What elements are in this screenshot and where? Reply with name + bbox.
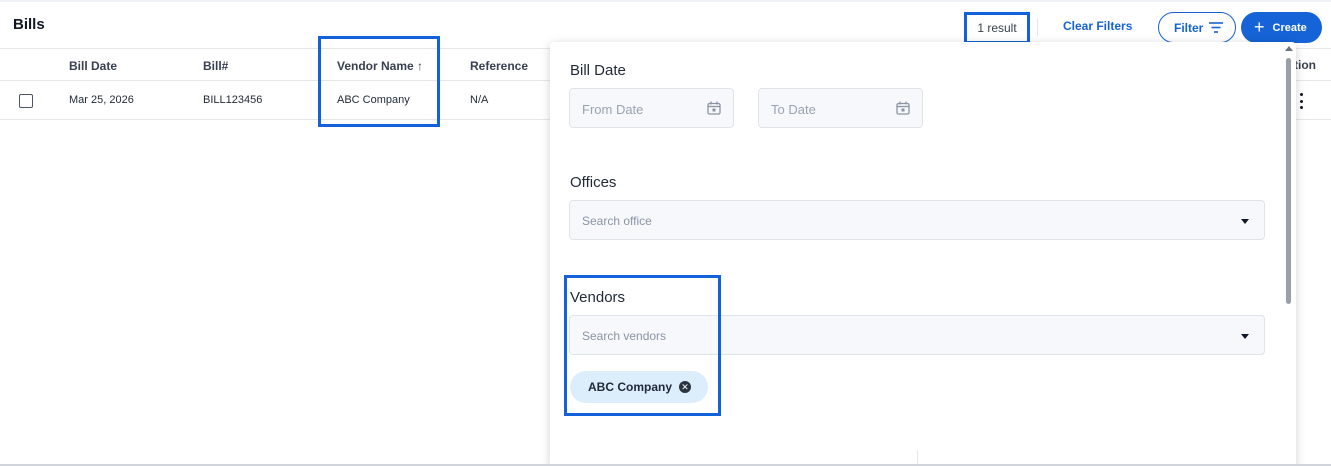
vendor-column-highlight bbox=[318, 36, 440, 127]
row-checkbox[interactable] bbox=[19, 94, 33, 108]
column-header-action: tion bbox=[1294, 58, 1316, 72]
to-date-placeholder: To Date bbox=[771, 102, 816, 117]
plus-icon: + bbox=[1254, 16, 1265, 37]
more-vertical-icon[interactable] bbox=[1297, 93, 1305, 109]
filter-button[interactable]: Filter bbox=[1158, 12, 1236, 43]
from-date-input[interactable]: From Date bbox=[569, 88, 734, 128]
chevron-down-icon[interactable] bbox=[1241, 334, 1249, 339]
create-button[interactable]: + Create bbox=[1241, 12, 1322, 43]
panel-scrollbar[interactable] bbox=[1286, 58, 1291, 304]
bills-page: Bills 1 result Clear Filters Filter + Cr… bbox=[0, 0, 1331, 466]
calendar-icon[interactable] bbox=[896, 101, 910, 115]
filter-lines-icon bbox=[1209, 22, 1224, 33]
bill-date-label: Bill Date bbox=[570, 62, 626, 79]
page-header: Bills 1 result Clear Filters Filter + Cr… bbox=[0, 0, 1331, 48]
column-header-bill-number[interactable]: Bill# bbox=[203, 59, 228, 73]
from-date-placeholder: From Date bbox=[582, 102, 644, 117]
calendar-icon[interactable] bbox=[707, 101, 721, 115]
result-count-badge: 1 result bbox=[964, 12, 1030, 44]
cell-bill-number: BILL123456 bbox=[203, 94, 263, 106]
cell-bill-date: Mar 25, 2026 bbox=[69, 94, 134, 106]
to-date-input[interactable]: To Date bbox=[758, 88, 923, 128]
filter-panel: Bill Date From Date To Date Offices Sear… bbox=[550, 42, 1296, 466]
filter-button-label: Filter bbox=[1174, 20, 1204, 35]
offices-label: Offices bbox=[570, 174, 617, 191]
vendors-highlight bbox=[564, 275, 721, 416]
offices-select[interactable]: Search office bbox=[569, 200, 1265, 240]
chevron-down-icon[interactable] bbox=[1241, 219, 1249, 224]
column-header-bill-date[interactable]: Bill Date bbox=[69, 59, 117, 73]
scroll-up-arrow[interactable] bbox=[1285, 46, 1293, 51]
page-title: Bills bbox=[13, 16, 45, 33]
cell-reference: N/A bbox=[470, 94, 489, 106]
clear-filters-button[interactable]: Clear Filters bbox=[1063, 19, 1132, 33]
header-divider bbox=[1037, 18, 1038, 36]
offices-placeholder: Search office bbox=[582, 214, 652, 228]
column-header-reference[interactable]: Reference bbox=[470, 59, 528, 73]
create-button-label: Create bbox=[1272, 21, 1307, 34]
